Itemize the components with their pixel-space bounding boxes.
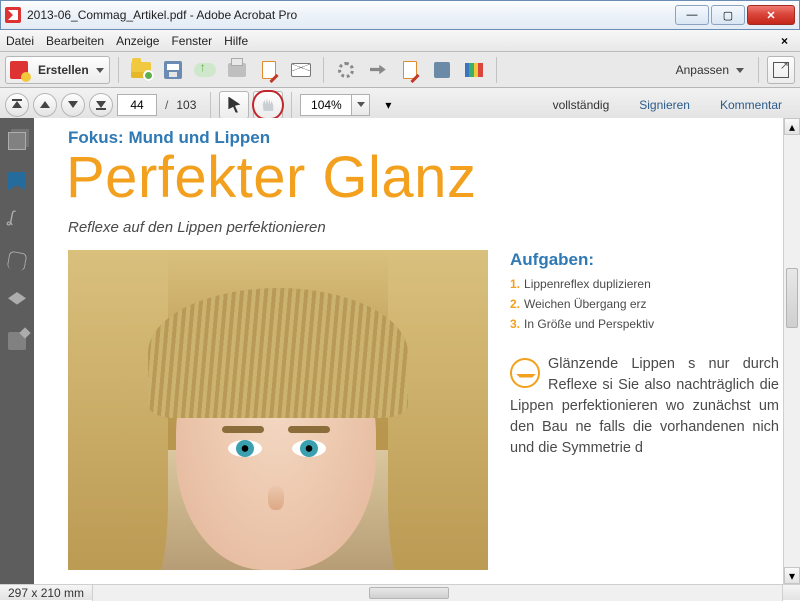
article-photo <box>68 250 488 570</box>
bookmarks-panel-icon[interactable] <box>8 172 26 190</box>
menubar: Datei Bearbeiten Anzeige Fenster Hilfe × <box>0 30 800 52</box>
list-item: 3.In Größe und Perspektiv <box>510 316 779 332</box>
tasks-list: 1.Lippenreflex duplizieren 2.Weichen Übe… <box>510 276 779 332</box>
select-tool[interactable] <box>219 91 249 119</box>
page-number-input[interactable] <box>117 94 157 116</box>
list-item: 1.Lippenreflex duplizieren <box>510 276 779 292</box>
window-titlebar: 2013-06_Commag_Artikel.pdf - Adobe Acrob… <box>0 0 800 30</box>
zoom-value: 104% <box>300 94 352 116</box>
window-title: 2013-06_Commag_Artikel.pdf - Adobe Acrob… <box>27 8 675 22</box>
status-bar: 297 x 210 mm <box>0 584 800 600</box>
edit-pdf-button[interactable] <box>396 56 424 84</box>
window-minimize[interactable]: — <box>675 5 709 25</box>
menu-help[interactable]: Hilfe <box>224 34 248 48</box>
brush-icon <box>510 358 540 388</box>
window-close[interactable]: ✕ <box>747 5 795 25</box>
share-button[interactable] <box>364 56 392 84</box>
attachments-panel-icon[interactable] <box>7 251 28 272</box>
first-page-icon <box>12 101 22 108</box>
scroll-up-icon[interactable]: ▴ <box>784 118 800 135</box>
pages-panel-icon[interactable] <box>8 132 26 150</box>
sign-panel-link[interactable]: Signieren <box>626 92 703 118</box>
save-button[interactable] <box>159 56 187 84</box>
hscroll-thumb[interactable] <box>369 587 449 599</box>
stamp-icon <box>434 62 450 78</box>
print-icon <box>228 63 246 77</box>
fullscreen-toggle[interactable] <box>767 56 795 84</box>
export-button[interactable] <box>255 56 283 84</box>
document-view[interactable]: Fokus: Mund und Lippen Perfekter Glanz R… <box>34 118 783 584</box>
next-page-button[interactable] <box>61 93 85 117</box>
cursor-icon <box>228 97 240 113</box>
email-button[interactable] <box>287 56 315 84</box>
export-icon <box>262 61 276 79</box>
customize-button[interactable]: Anpassen <box>669 56 750 84</box>
settings-button[interactable] <box>332 56 360 84</box>
down-arrow-icon <box>68 101 78 108</box>
zoom-control[interactable]: 104% <box>300 94 370 116</box>
toolbar-main: Erstellen Anpassen <box>0 52 800 88</box>
edit-icon <box>403 61 417 79</box>
scroll-thumb[interactable] <box>786 268 798 328</box>
article-subhead: Reflexe auf den Lippen perfektionieren <box>68 219 783 236</box>
vertical-scrollbar[interactable]: ▴ ▾ <box>783 118 800 584</box>
print-button[interactable] <box>223 56 251 84</box>
menu-window[interactable]: Fenster <box>171 34 212 48</box>
list-item: 2.Weichen Übergang erz <box>510 296 779 312</box>
save-icon <box>164 61 182 79</box>
hand-tool[interactable] <box>253 91 283 119</box>
horizontal-scrollbar[interactable] <box>92 585 783 601</box>
open-button[interactable] <box>127 56 155 84</box>
toolbar-nav: / 103 104% ▾ vollständig Signieren Komme… <box>0 88 800 122</box>
menu-file[interactable]: Datei <box>6 34 34 48</box>
color-button[interactable] <box>460 56 488 84</box>
last-page-icon <box>96 101 106 108</box>
layers-panel-icon[interactable] <box>8 292 26 310</box>
hand-icon <box>260 97 276 113</box>
folder-open-icon <box>131 62 151 78</box>
cloud-upload-icon <box>194 63 216 77</box>
page-total: 103 <box>176 98 196 112</box>
drawings-panel-icon[interactable] <box>8 332 26 350</box>
article-body: Glänzende Lippen s nur durch Reflexe si … <box>510 354 779 459</box>
page-dimensions: 297 x 210 mm <box>0 586 92 600</box>
customize-label: Anpassen <box>670 63 735 77</box>
create-label: Erstellen <box>32 63 95 77</box>
window-maximize[interactable]: ▢ <box>711 5 745 25</box>
expand-icon <box>773 62 789 78</box>
zoom-more[interactable]: ▾ <box>374 91 402 119</box>
share-icon <box>370 62 386 78</box>
main-area: ʆ Fokus: Mund und Lippen Perfekter Glanz… <box>0 118 800 584</box>
navigation-pane: ʆ <box>0 118 34 584</box>
gear-icon <box>338 62 354 78</box>
cloud-button[interactable] <box>191 56 219 84</box>
view-fullscreen-link[interactable]: vollständig <box>540 92 623 118</box>
menu-edit[interactable]: Bearbeiten <box>46 34 104 48</box>
page-sep: / <box>165 98 168 112</box>
scroll-down-icon[interactable]: ▾ <box>784 567 800 584</box>
mail-icon <box>291 63 311 77</box>
tasks-heading: Aufgaben: <box>510 250 779 270</box>
stamp-button[interactable] <box>428 56 456 84</box>
zoom-dropdown[interactable] <box>352 94 370 116</box>
first-page-button[interactable] <box>5 93 29 117</box>
signatures-panel-icon[interactable]: ʆ <box>8 212 26 230</box>
up-arrow-icon <box>40 101 50 108</box>
palette-icon <box>465 63 483 77</box>
create-button[interactable]: Erstellen <box>5 56 110 84</box>
document-close-icon[interactable]: × <box>775 34 794 48</box>
comment-panel-link[interactable]: Kommentar <box>707 92 795 118</box>
article-headline: Perfekter Glanz <box>66 148 783 209</box>
last-page-button[interactable] <box>89 93 113 117</box>
app-icon <box>5 7 21 23</box>
menu-view[interactable]: Anzeige <box>116 34 159 48</box>
prev-page-button[interactable] <box>33 93 57 117</box>
